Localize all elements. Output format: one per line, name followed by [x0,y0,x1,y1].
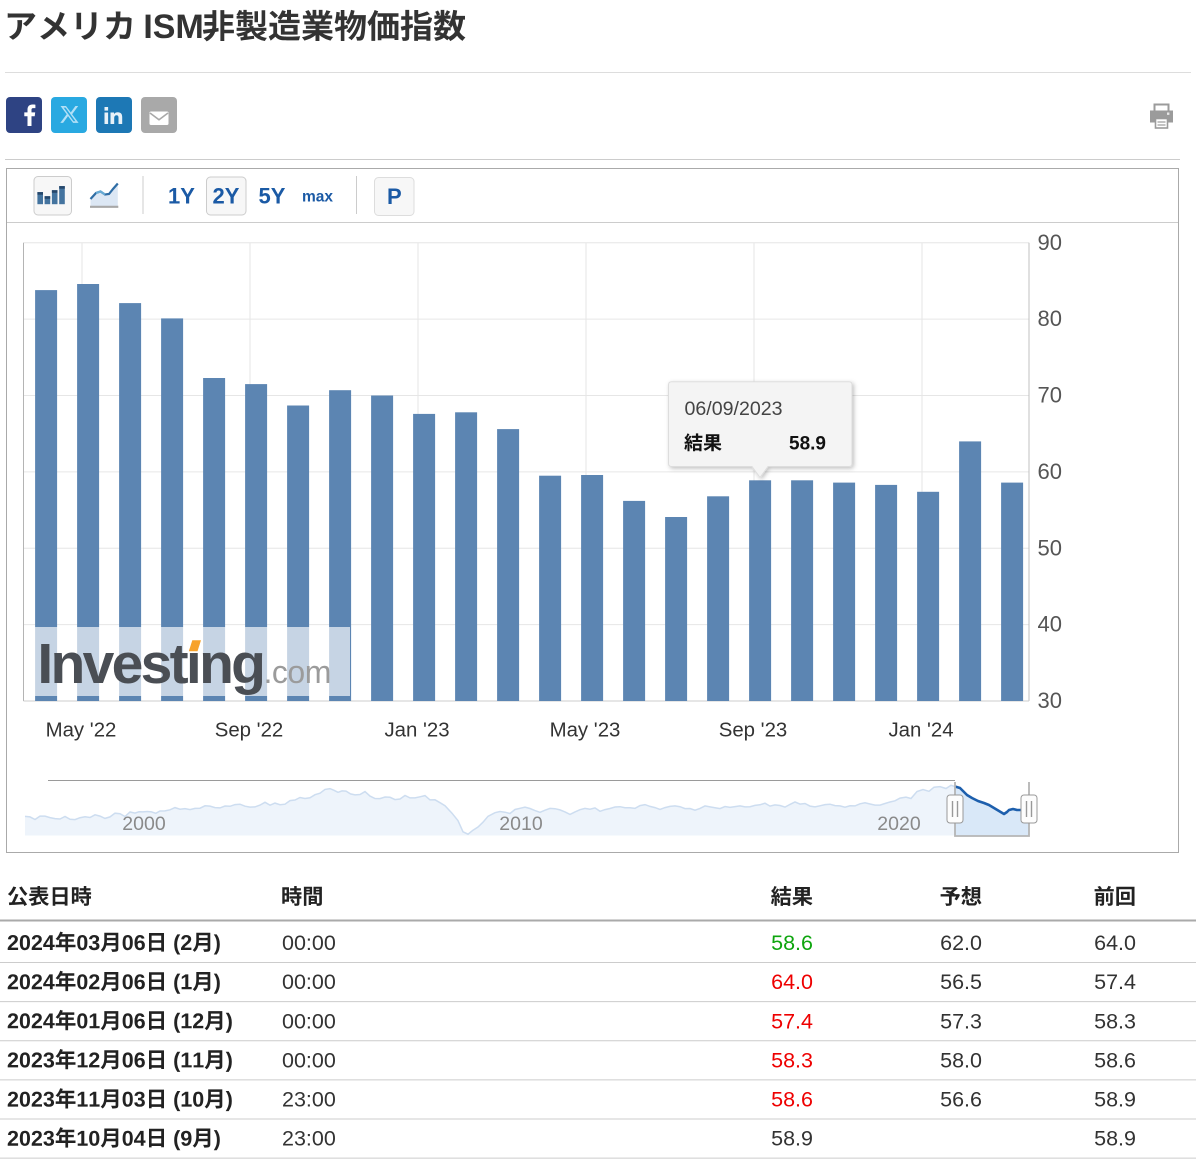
svg-text:58.6: 58.6 [771,931,813,955]
svg-text:90: 90 [1038,230,1062,255]
svg-text:Jan '23: Jan '23 [384,720,449,742]
svg-text:00:00: 00:00 [282,931,336,955]
svg-text:.com: .com [264,654,331,690]
svg-text:23:00: 23:00 [282,1127,336,1151]
svg-text:58.9: 58.9 [1094,1127,1136,1151]
svg-text:70: 70 [1038,383,1062,408]
svg-text:64.0: 64.0 [1094,931,1136,955]
svg-text:60: 60 [1038,459,1062,484]
svg-text:1Y: 1Y [168,184,195,209]
svg-text:50: 50 [1038,535,1062,560]
svg-text:00:00: 00:00 [282,970,336,994]
svg-text:00:00: 00:00 [282,1009,336,1033]
svg-text:58.0: 58.0 [940,1048,982,1072]
svg-text:56.5: 56.5 [940,970,982,994]
svg-text:57.4: 57.4 [771,1009,813,1033]
svg-text:58.9: 58.9 [789,434,826,455]
svg-text:58.9: 58.9 [1094,1088,1136,1112]
svg-text:Sep '22: Sep '22 [215,720,284,742]
svg-text:2000: 2000 [122,813,166,835]
svg-text:P: P [387,184,402,209]
svg-text:58.3: 58.3 [1094,1009,1136,1033]
svg-text:May '22: May '22 [46,720,117,742]
svg-text:2010: 2010 [499,813,543,835]
svg-text:May '23: May '23 [550,720,621,742]
svg-text:30: 30 [1038,688,1062,713]
svg-text:64.0: 64.0 [771,970,813,994]
svg-text:80: 80 [1038,306,1062,331]
svg-text:62.0: 62.0 [940,931,982,955]
svg-text:00:00: 00:00 [282,1048,336,1072]
svg-text:58.6: 58.6 [1094,1048,1136,1072]
svg-text:max: max [302,188,333,205]
svg-text:56.6: 56.6 [940,1088,982,1112]
svg-text:58.3: 58.3 [771,1048,813,1072]
svg-text:58.6: 58.6 [771,1088,813,1112]
svg-text:57.3: 57.3 [940,1009,982,1033]
svg-text:57.4: 57.4 [1094,970,1136,994]
svg-text:58.9: 58.9 [771,1127,813,1151]
svg-text:5Y: 5Y [259,184,286,209]
svg-text:40: 40 [1038,612,1062,637]
svg-text:2020: 2020 [877,813,921,835]
svg-text:06/09/2023: 06/09/2023 [685,398,783,420]
svg-text:23:00: 23:00 [282,1088,336,1112]
svg-text:Sep '23: Sep '23 [719,720,788,742]
svg-text:2Y: 2Y [213,184,240,209]
svg-text:Investıng: Investıng [37,632,263,696]
svg-text:Jan '24: Jan '24 [888,720,953,742]
